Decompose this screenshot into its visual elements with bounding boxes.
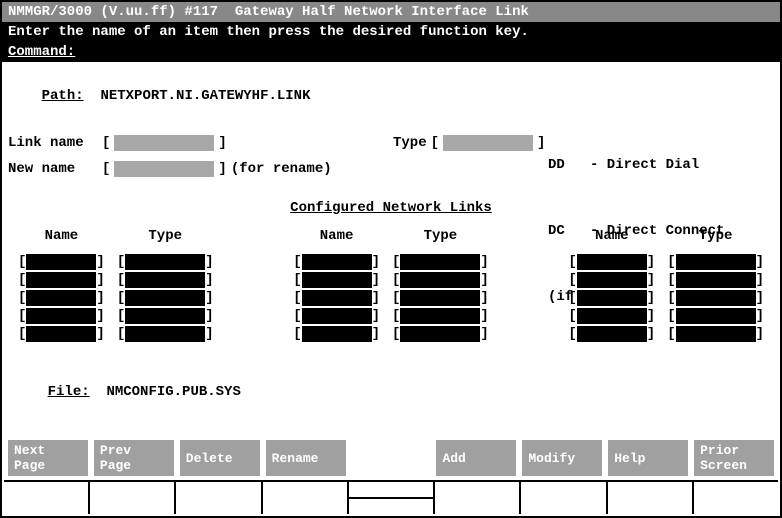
file-label: File: bbox=[48, 384, 90, 400]
link-type-cell[interactable] bbox=[400, 308, 480, 324]
fkey-prior-screen[interactable]: Prior Screen bbox=[694, 440, 774, 476]
fkey-prev-page[interactable]: Prev Page bbox=[94, 440, 174, 476]
link-type-cell[interactable] bbox=[125, 308, 205, 324]
link-name-input[interactable] bbox=[114, 135, 214, 151]
type-input[interactable] bbox=[443, 135, 533, 151]
link-type-cell[interactable] bbox=[400, 272, 480, 288]
col-pair-2: Name [] [] [] [] [] Type [] [] [] [] [] bbox=[293, 228, 489, 344]
col-pair-1: Name [] [] [] [] [] Type [] [] [] [] [] bbox=[18, 228, 214, 344]
link-name-cell[interactable] bbox=[26, 308, 96, 324]
function-key-row: Next Page Prev Page Delete Rename Add Mo… bbox=[4, 440, 778, 476]
fkey-rename[interactable]: Rename bbox=[266, 440, 346, 476]
link-name-cell[interactable] bbox=[26, 326, 96, 342]
fkey-delete[interactable]: Delete bbox=[180, 440, 260, 476]
path-label: Path: bbox=[42, 88, 84, 104]
status-cell bbox=[521, 482, 607, 514]
command-line[interactable]: Command: bbox=[2, 42, 780, 62]
fkey-help[interactable]: Help bbox=[608, 440, 688, 476]
link-name-cell[interactable] bbox=[302, 272, 372, 288]
col-header-name: Name bbox=[18, 228, 105, 244]
fkey-next-page[interactable]: Next Page bbox=[8, 440, 88, 476]
path-value: NETXPORT.NI.GATEWYHF.LINK bbox=[100, 88, 310, 104]
legend-dd: DD - Direct Dial bbox=[548, 154, 724, 176]
link-type-cell[interactable] bbox=[400, 326, 480, 342]
legend-ifnew: (if new) bbox=[548, 286, 724, 308]
link-type-cell[interactable] bbox=[125, 326, 205, 342]
instruction-line: Enter the name of an item then press the… bbox=[2, 22, 780, 42]
status-cell bbox=[435, 482, 521, 514]
link-name-cell[interactable] bbox=[302, 326, 372, 342]
file-value: NMCONFIG.PUB.SYS bbox=[106, 384, 240, 400]
new-name-label: New name bbox=[8, 158, 98, 180]
link-name-cell[interactable] bbox=[26, 290, 96, 306]
link-type-cell[interactable] bbox=[125, 272, 205, 288]
command-input[interactable] bbox=[79, 44, 774, 60]
col-header-type: Type bbox=[117, 228, 214, 244]
status-cell bbox=[694, 482, 778, 514]
link-type-cell[interactable] bbox=[125, 254, 205, 270]
col-header-name: Name bbox=[293, 228, 380, 244]
status-cell bbox=[176, 482, 262, 514]
link-name-cell[interactable] bbox=[302, 308, 372, 324]
link-name-label: Link name bbox=[8, 132, 98, 154]
link-type-cell[interactable] bbox=[400, 254, 480, 270]
status-cell bbox=[263, 482, 349, 514]
link-name-cell[interactable] bbox=[26, 272, 96, 288]
link-name-cell[interactable] bbox=[302, 254, 372, 270]
status-cell bbox=[90, 482, 176, 514]
status-cell-split bbox=[349, 482, 435, 514]
col-header-type: Type bbox=[392, 228, 489, 244]
status-cell bbox=[608, 482, 694, 514]
command-label: Command: bbox=[8, 44, 75, 60]
legend-dc: DC - Direct Connect bbox=[548, 220, 724, 242]
rename-hint: (for rename) bbox=[231, 158, 332, 180]
link-name-cell[interactable] bbox=[26, 254, 96, 270]
status-cell bbox=[4, 482, 90, 514]
title-bar: NMMGR/3000 (V.uu.ff) #117 Gateway Half N… bbox=[2, 2, 780, 22]
type-label: Type bbox=[393, 132, 427, 154]
fkey-modify[interactable]: Modify bbox=[522, 440, 602, 476]
fkey-add[interactable]: Add bbox=[436, 440, 516, 476]
new-name-input[interactable] bbox=[114, 161, 214, 177]
link-type-cell[interactable] bbox=[400, 290, 480, 306]
fkey-spacer bbox=[352, 440, 431, 476]
link-name-cell[interactable] bbox=[302, 290, 372, 306]
link-type-cell[interactable] bbox=[125, 290, 205, 306]
status-strip bbox=[4, 480, 778, 514]
